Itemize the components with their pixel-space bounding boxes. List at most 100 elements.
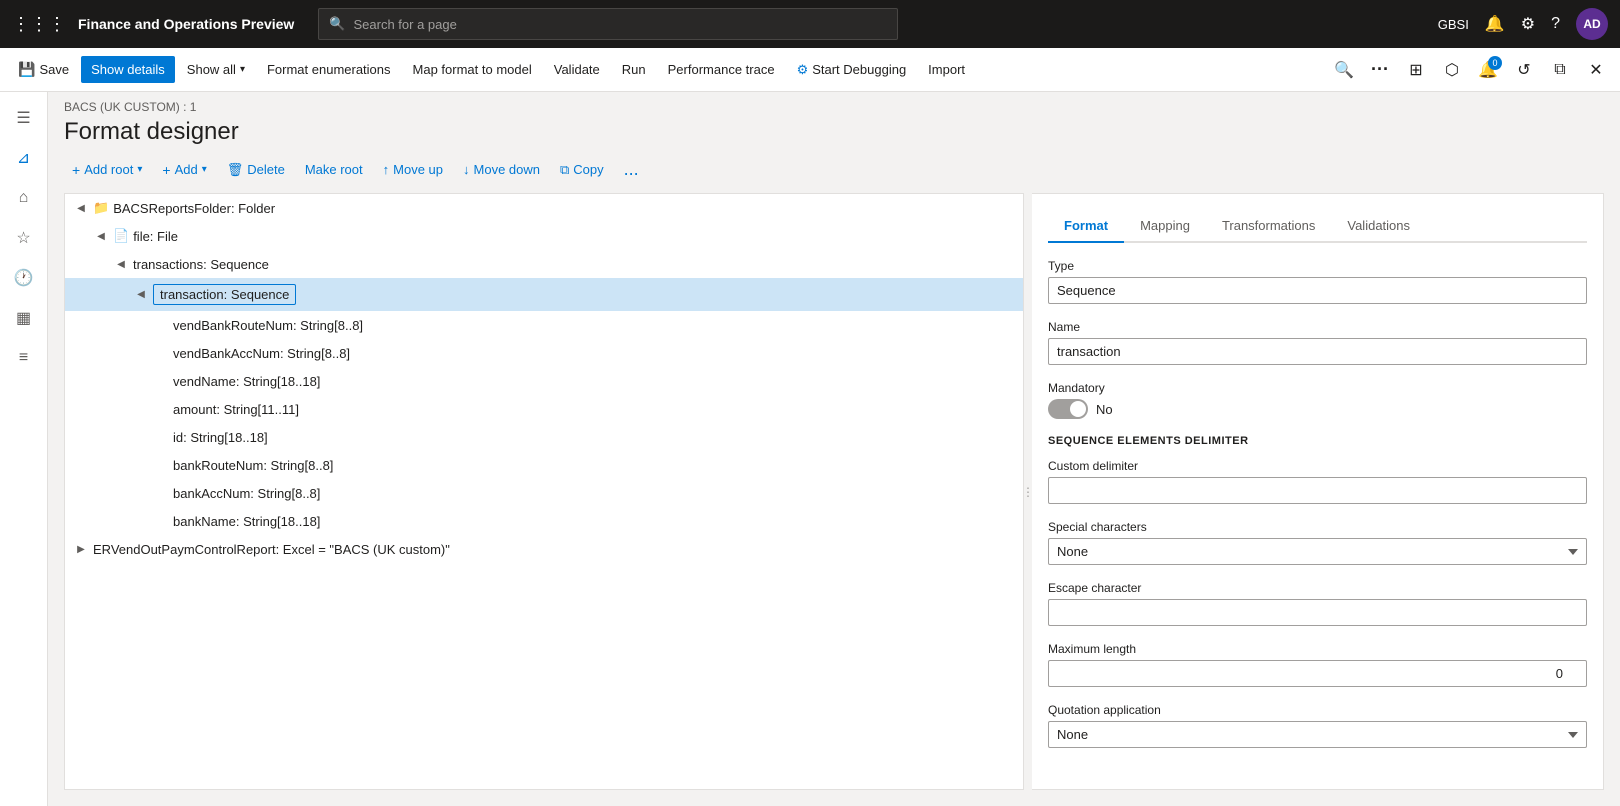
tree-item-bankRouteNum[interactable]: bankRouteNum: String[8..8] [65,451,1023,479]
type-label: Type [1048,259,1587,273]
custom-delimiter-input[interactable] [1048,477,1587,504]
move-down-button[interactable]: ↓ Move down [455,157,548,182]
tree-panel: ◀ 📁 BACSReportsFolder: Folder ◀ 📄 file: … [64,193,1024,790]
sidebar-favorites-icon[interactable]: ☆ [6,220,42,256]
expand-icon: ◀ [93,228,109,244]
help-icon[interactable]: ? [1551,15,1560,33]
mandatory-toggle[interactable] [1048,399,1088,419]
transaction-label: transaction: Sequence [153,284,296,305]
format-enumerations-button[interactable]: Format enumerations [257,56,401,83]
breadcrumb: BACS (UK CUSTOM) : 1 [48,92,1620,114]
type-input[interactable] [1048,277,1587,304]
search-icon-button[interactable]: 🔍 [1328,54,1360,86]
sidebar-modules-icon[interactable]: ≡ [6,340,42,376]
grid-icon-button[interactable]: ⊞ [1400,54,1432,86]
add-button[interactable]: + Add ▾ [154,157,214,183]
make-root-button[interactable]: Make root [297,157,371,182]
tree-item-bankName[interactable]: bankName: String[18..18] [65,507,1023,535]
content-area: BACS (UK CUSTOM) : 1 Format designer + A… [48,92,1620,806]
settings-icon[interactable]: ⚙ [1521,14,1535,34]
custom-delimiter-label: Custom delimiter [1048,459,1587,473]
tree-item-file[interactable]: ◀ 📄 file: File [65,222,1023,250]
split-handle[interactable]: ⋮ [1024,193,1032,790]
tree-item-vendName[interactable]: vendName: String[18..18] [65,367,1023,395]
name-label: Name [1048,320,1587,334]
mandatory-label: Mandatory [1048,381,1587,395]
close-icon-button[interactable]: ✕ [1580,54,1612,86]
tree-item-vendBankRouteNum[interactable]: vendBankRouteNum: String[8..8] [65,311,1023,339]
run-button[interactable]: Run [612,56,656,83]
badge-button[interactable]: 🔔 0 [1472,54,1504,86]
command-bar-right: 🔍 ··· ⊞ ⬡ 🔔 0 ↺ ⧉ ✕ [1328,54,1612,86]
top-nav-right: GBSI 🔔 ⚙ ? AD [1438,8,1608,40]
tree-item-vendBankAccNum[interactable]: vendBankAccNum: String[8..8] [65,339,1023,367]
move-down-icon: ↓ [463,162,470,177]
tree-item-transactions[interactable]: ◀ transactions: Sequence [65,250,1023,278]
import-button[interactable]: Import [918,56,975,83]
quotation-application-select[interactable]: None Always When special characters used [1048,721,1587,748]
delete-icon: 🗑 [227,162,244,178]
expand-icon-button[interactable]: ⬡ [1436,54,1468,86]
type-form-group: Type [1048,259,1587,304]
tree-item-bankAccNum[interactable]: bankAccNum: String[8..8] [65,479,1023,507]
custom-delimiter-form-group: Custom delimiter [1048,459,1587,504]
show-all-button[interactable]: Show all ▾ [177,56,255,83]
more-icon-button[interactable]: ··· [1364,54,1396,86]
expand-icon [153,373,169,389]
save-icon: 💾 [18,61,35,78]
tab-transformations[interactable]: Transformations [1206,210,1331,243]
search-bar[interactable]: 🔍 Search for a page [318,8,898,40]
add-chevron-icon: ▾ [202,164,207,175]
tab-format[interactable]: Format [1048,210,1124,243]
new-window-icon-button[interactable]: ⧉ [1544,54,1576,86]
expand-icon [153,429,169,445]
sidebar-home-icon[interactable]: ⌂ [6,180,42,216]
maximum-length-input[interactable] [1048,660,1587,687]
delete-button[interactable]: 🗑 Delete [219,157,293,183]
sequence-section-header: SEQUENCE ELEMENTS DELIMITER [1048,435,1587,447]
tree-item-bacs-folder[interactable]: ◀ 📁 BACSReportsFolder: Folder [65,194,1023,222]
add-plus-icon: + [162,162,170,178]
escape-character-input[interactable] [1048,599,1587,626]
debug-icon: ⚙ [797,62,809,78]
format-designer-toolbar: + Add root ▾ + Add ▾ 🗑 Delete Make root … [48,154,1620,193]
start-debugging-button[interactable]: ⚙ Start Debugging [787,56,917,84]
name-input[interactable] [1048,338,1587,365]
special-characters-select[interactable]: None CR LF LF CR Tab [1048,538,1587,565]
map-format-button[interactable]: Map format to model [403,56,542,83]
show-details-button[interactable]: Show details [81,56,175,83]
tab-mapping[interactable]: Mapping [1124,210,1206,243]
sidebar-filter-icon[interactable]: ⊿ [6,140,42,176]
expand-icon: ◀ [113,256,129,272]
tree-item-id[interactable]: id: String[18..18] [65,423,1023,451]
move-up-button[interactable]: ↑ Move up [375,157,451,182]
add-root-chevron-icon: ▾ [137,164,142,175]
tree-item-ervendout[interactable]: ▶ ERVendOutPaymControlReport: Excel = "B… [65,535,1023,563]
expand-icon: ◀ [133,287,149,303]
expand-icon [153,401,169,417]
sidebar-recent-icon[interactable]: 🕐 [6,260,42,296]
plus-icon: + [72,162,80,178]
performance-trace-button[interactable]: Performance trace [658,56,785,83]
region-label: GBSI [1438,17,1469,32]
apps-icon[interactable]: ⋮⋮⋮ [12,14,66,35]
search-icon: 🔍 [329,16,345,32]
mandatory-value: No [1096,402,1113,417]
command-bar: 💾 Save Show details Show all ▾ Format en… [0,48,1620,92]
save-button[interactable]: 💾 Save [8,55,79,84]
more-button[interactable]: ... [616,154,647,185]
search-placeholder: Search for a page [353,17,456,32]
tree-item-amount[interactable]: amount: String[11..11] [65,395,1023,423]
tab-validations[interactable]: Validations [1331,210,1426,243]
refresh-icon-button[interactable]: ↺ [1508,54,1540,86]
validate-button[interactable]: Validate [544,56,610,83]
mandatory-form-group: Mandatory No [1048,381,1587,419]
right-panel: Format Mapping Transformations Validatio… [1032,193,1604,790]
copy-button[interactable]: ⧉ Copy [552,157,612,183]
sidebar-menu-icon[interactable]: ☰ [6,100,42,136]
add-root-button[interactable]: + Add root ▾ [64,157,150,183]
avatar[interactable]: AD [1576,8,1608,40]
sidebar-workspaces-icon[interactable]: ▦ [6,300,42,336]
notification-icon[interactable]: 🔔 [1485,14,1505,34]
tree-item-transaction[interactable]: ◀ transaction: Sequence [65,278,1023,311]
